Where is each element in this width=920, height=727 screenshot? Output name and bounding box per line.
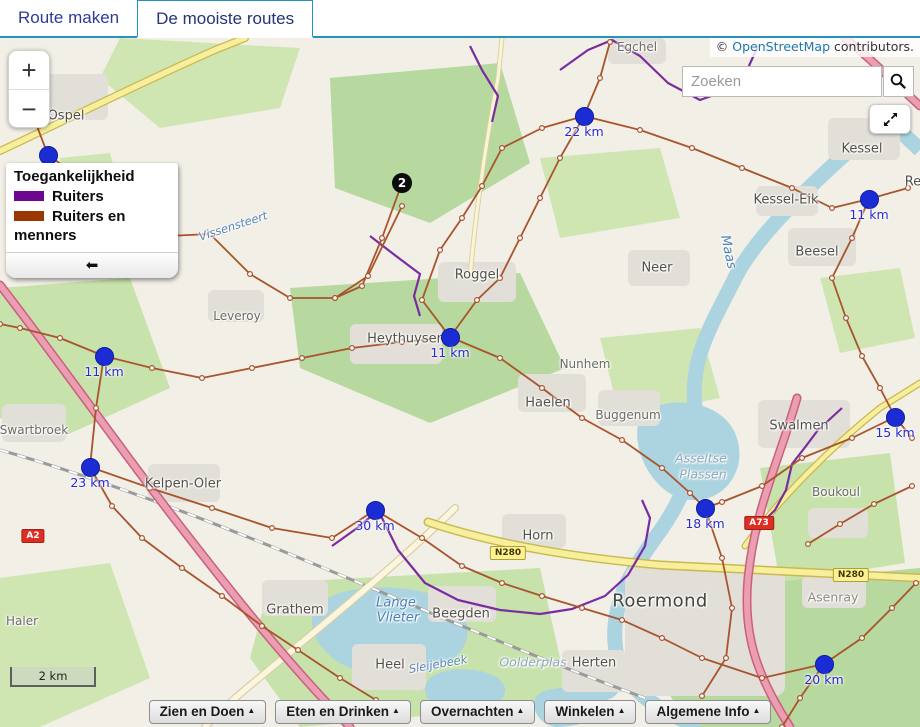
attribution-suffix: contributors.: [834, 39, 914, 54]
marker-dot-icon[interactable]: [860, 190, 879, 209]
tab[interactable]: Route maken: [0, 0, 137, 36]
legend-collapse-button[interactable]: ⬅: [6, 252, 178, 278]
tab-bar: Route maken De mooiste routes: [0, 0, 920, 38]
tab-label: De mooiste routes: [156, 9, 294, 29]
zoom-control: + −: [8, 50, 50, 128]
page: Route maken De mooiste routes: [0, 0, 920, 727]
fullscreen-expand-icon: [882, 111, 899, 128]
marker-distance-label: 18 km: [685, 516, 724, 531]
marker-distance-label: 22 km: [564, 124, 603, 139]
search-box: [682, 66, 914, 97]
bottom-menu-label: Zien en Doen: [160, 704, 245, 719]
caret-up-icon: ▲: [247, 706, 255, 715]
marker-distance-label: 20 km: [804, 672, 843, 687]
marker-distance-label: 11 km: [849, 207, 888, 222]
zoom-in-button[interactable]: +: [9, 51, 49, 89]
map-canvas[interactable]: Ospel Egchel Vissensteert Kessel Kessel-…: [0, 38, 920, 727]
bottom-menu-label: Winkelen: [555, 704, 614, 719]
bottom-menu-label: Overnachten: [431, 704, 514, 719]
legend-panel: Toegankelijkheid Ruiters Ruiters en menn…: [6, 163, 178, 278]
marker-dot-icon[interactable]: [441, 328, 460, 347]
marker-dot-icon[interactable]: [95, 347, 114, 366]
bottom-menu-label: Algemene Info: [656, 704, 749, 719]
marker-distance-label: 11 km: [430, 345, 469, 360]
legend-item: Ruiters en menners: [14, 207, 170, 246]
legend-color-swatch: [14, 191, 44, 201]
bottom-menu-label: Eten en Drinken: [286, 704, 389, 719]
marker-dot-icon[interactable]: [366, 501, 385, 520]
marker-dot-icon[interactable]: [696, 499, 715, 518]
marker-dot-icon[interactable]: [575, 107, 594, 126]
bottom-menu: Zien en Doen ▲ Eten en Drinken ▲ Overnac…: [0, 698, 920, 727]
tab[interactable]: De mooiste routes: [137, 0, 313, 38]
legend-title: Toegankelijkheid: [14, 168, 170, 185]
marker-distance-label: 15 km: [875, 425, 914, 440]
scale-label: 2 km: [39, 669, 68, 683]
caret-up-icon: ▲: [753, 706, 761, 715]
marker-distance-label: 23 km: [70, 475, 109, 490]
marker-dot-icon[interactable]: [39, 146, 58, 165]
search-input[interactable]: [682, 66, 882, 97]
bottom-menu-button[interactable]: Zien en Doen ▲: [149, 700, 267, 724]
marker-dot-icon[interactable]: [886, 408, 905, 427]
marker-distance-label: 30 km: [355, 518, 394, 533]
tab-label: Route maken: [18, 8, 119, 28]
marker-dot-icon[interactable]: [815, 655, 834, 674]
legend-item-label: Ruiters: [52, 188, 104, 205]
scale-bar: 2 km: [10, 667, 96, 687]
zoom-out-button[interactable]: −: [9, 89, 49, 127]
search-button[interactable]: [883, 66, 914, 97]
caret-up-icon: ▲: [392, 706, 400, 715]
arrow-left-icon: ⬅: [86, 257, 99, 274]
bottom-menu-button[interactable]: Winkelen ▲: [544, 700, 636, 724]
bottom-menu-button[interactable]: Overnachten ▲: [420, 700, 535, 724]
marker-dot-icon[interactable]: [81, 458, 100, 477]
attribution: © OpenStreetMap contributors.: [710, 38, 920, 57]
legend-color-swatch: [14, 211, 44, 221]
legend-item: Ruiters: [14, 187, 170, 207]
search-icon: [890, 73, 907, 90]
osm-link[interactable]: OpenStreetMap: [732, 39, 830, 54]
fullscreen-button[interactable]: [869, 104, 911, 134]
map-tiles: [0, 38, 920, 727]
bottom-menu-button[interactable]: Algemene Info ▲: [645, 700, 771, 724]
copyright-symbol: ©: [716, 39, 729, 54]
caret-up-icon: ▲: [618, 706, 626, 715]
bottom-menu-button[interactable]: Eten en Drinken ▲: [275, 700, 411, 724]
marker-distance-label: 11 km: [84, 364, 123, 379]
caret-up-icon: ▲: [516, 706, 524, 715]
cluster-count: 2: [392, 173, 412, 193]
